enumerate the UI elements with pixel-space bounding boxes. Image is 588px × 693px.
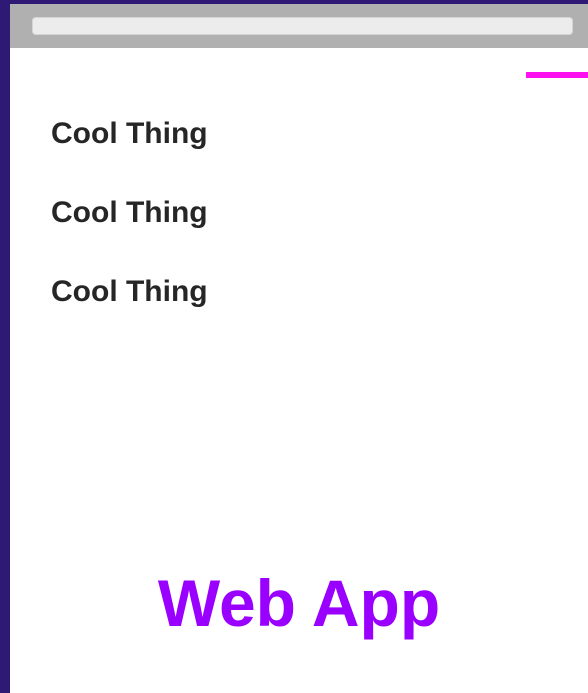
list-item: Cool Thing [51,117,208,150]
browser-window: Cool Thing Cool Thing Cool Thing Web App [10,4,588,693]
content-list: Cool Thing Cool Thing Cool Thing [51,118,208,355]
list-item: Cool Thing [51,196,208,229]
browser-toolbar [10,4,588,48]
app-title: Web App [157,566,441,640]
address-bar[interactable] [32,17,573,35]
page-background: Cool Thing Cool Thing Cool Thing Web App [0,0,588,693]
accent-underline [526,72,588,78]
list-item: Cool Thing [51,275,208,308]
